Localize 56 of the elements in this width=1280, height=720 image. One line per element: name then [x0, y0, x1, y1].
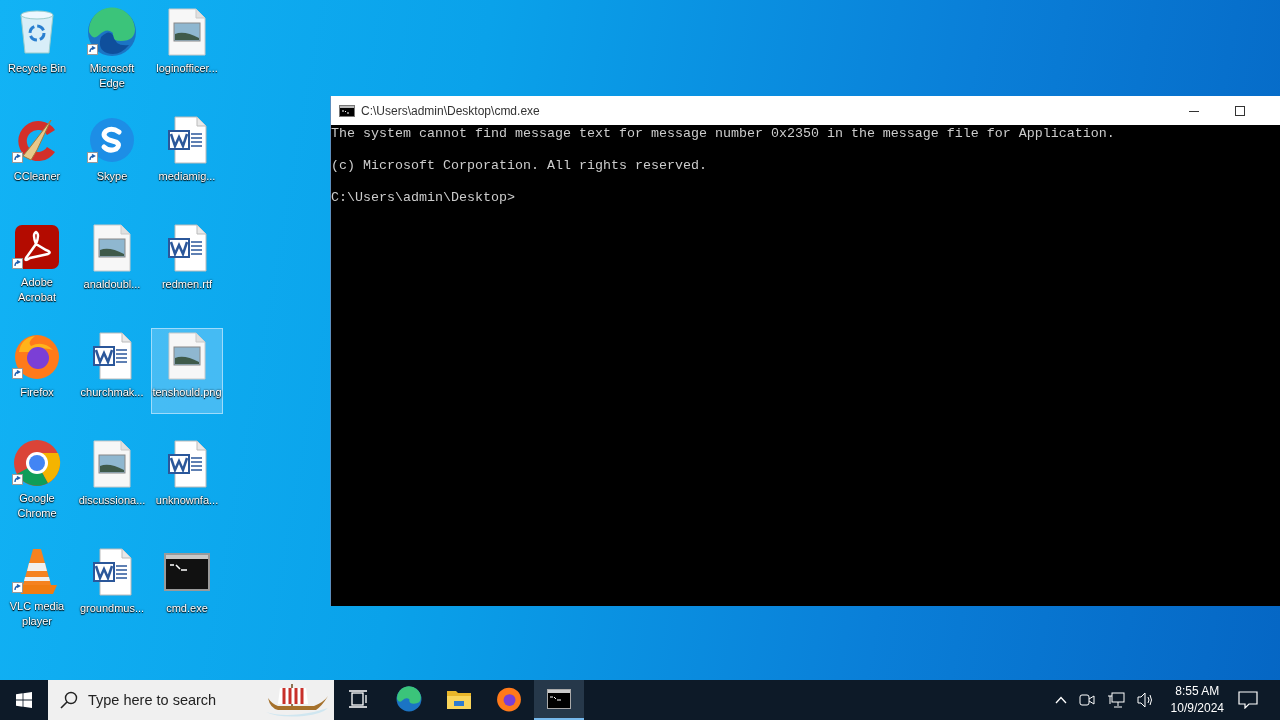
volume-icon[interactable] — [1136, 692, 1155, 708]
task-view-icon — [349, 690, 369, 708]
terminal-icon — [164, 553, 210, 591]
terminal-icon — [339, 104, 355, 117]
desktop-icon[interactable]: Microsoft Edge — [75, 4, 149, 90]
wave-logo-icon — [87, 7, 137, 57]
circle-logo-icon — [13, 439, 61, 487]
taskbar-app-button[interactable] — [534, 680, 584, 720]
image-file-icon — [168, 8, 206, 56]
console-line: (c) Microsoft Corporation. All rights reserved. — [331, 158, 707, 174]
document-icon — [92, 548, 132, 596]
desktop-icon[interactable]: redmen.rtf — [151, 220, 223, 306]
document-icon — [167, 224, 207, 272]
recycle-bin-icon — [17, 9, 57, 55]
maximize-icon — [1235, 105, 1245, 116]
desktop-icon[interactable]: CCleaner — [1, 112, 73, 198]
desktop-icon[interactable]: loginofficer... — [151, 4, 223, 90]
s-logo-icon — [89, 117, 135, 163]
fox-logo-icon — [13, 332, 61, 380]
desktop-icon[interactable]: unknownfa... — [151, 436, 223, 522]
desktop-icon[interactable]: Firefox — [1, 328, 73, 414]
desktop-icon[interactable]: tenshould.png — [151, 328, 223, 414]
desktop-icon[interactable]: Recycle Bin — [1, 4, 73, 90]
desktop-icon[interactable]: discussiona... — [75, 436, 149, 522]
search-field[interactable]: Type here to search — [86, 691, 264, 709]
notification-icon[interactable] — [1238, 691, 1258, 709]
document-icon — [167, 116, 207, 164]
image-file-icon — [93, 440, 131, 488]
desktop-icon[interactable]: Adobe Acrobat — [1, 220, 73, 306]
search-icon — [60, 691, 78, 709]
image-file-icon — [93, 224, 131, 272]
desktop-icon[interactable]: Skype — [75, 112, 149, 198]
desktop-icon[interactable]: churchmak... — [75, 328, 149, 414]
desktop-icon[interactable]: VLC media player — [1, 544, 73, 630]
clock[interactable]: 8:55 AM 10/9/2024 — [1170, 683, 1224, 717]
image-file-icon — [168, 332, 206, 380]
desktop-icon[interactable]: groundmus... — [75, 544, 149, 630]
camera-icon[interactable] — [1078, 692, 1095, 708]
document-icon — [92, 332, 132, 380]
search-box[interactable]: Type here to search — [48, 680, 334, 720]
chevron-up-icon[interactable] — [1054, 696, 1067, 704]
windows-logo-icon — [16, 692, 32, 708]
console-line: C:\Users\admin\Desktop> — [331, 190, 515, 206]
network-icon[interactable] — [1106, 692, 1125, 708]
wave-logo-icon — [396, 686, 422, 712]
document-icon — [167, 440, 207, 488]
desktop-icon[interactable]: Google Chrome — [1, 436, 73, 522]
fox-logo-icon — [496, 686, 522, 712]
pdf-logo-icon — [14, 224, 60, 270]
desktop-icon[interactable]: mediamig... — [151, 112, 223, 198]
terminal-icon — [547, 689, 571, 709]
desktop-icon[interactable]: cmd.exe — [151, 544, 223, 630]
desktop-icon[interactable]: analdoubl... — [75, 220, 149, 306]
folder-icon — [447, 689, 471, 709]
window-title: C:\Users\admin\Desktop\cmd.exe — [361, 103, 540, 118]
console-line: The system cannot find message text for message number 0x2350 in the message file for Application. — [331, 126, 1115, 142]
